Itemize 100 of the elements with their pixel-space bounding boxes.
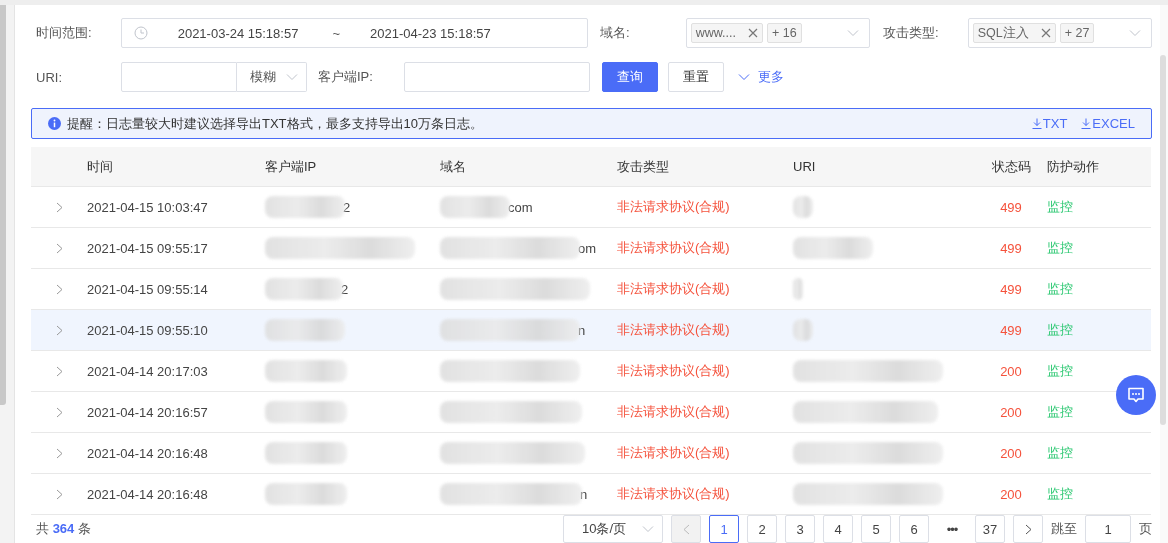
expand-icon[interactable]: [56, 447, 63, 459]
redacted-blur: [440, 196, 510, 218]
expand-icon[interactable]: [56, 365, 63, 377]
chevron-left-icon: [682, 523, 690, 535]
download-icon: [1081, 118, 1092, 129]
column-header: 客户端IP: [265, 157, 318, 176]
alert-text: 提醒：日志量较大时建议选择导出TXT格式，最多支持导出10万条日志。: [67, 114, 483, 133]
redacted-blur: [793, 319, 813, 341]
page-unit-label: 页: [1139, 520, 1152, 538]
client-ip-field[interactable]: [404, 62, 590, 92]
start-date: 2021-03-24 15:18:57: [177, 25, 299, 41]
expand-icon[interactable]: [56, 324, 63, 336]
filter-label: 域名:: [599, 24, 631, 42]
ip-fragment: 2: [343, 199, 351, 215]
attack-type-cell-text: 非法请求协议(合规): [617, 239, 731, 257]
caret-icon: [642, 525, 654, 533]
table-row[interactable]: 2021-04-15 09:55:14 2 非法请求协议(合规) 499 监控: [31, 269, 1115, 309]
attack-type-cell-text: 非法请求协议(合规): [617, 321, 731, 339]
column-header: URI: [793, 159, 817, 174]
caret-icon: [286, 73, 298, 81]
time-cell-text: 2021-04-15 09:55:10: [87, 322, 209, 338]
column-header: 域名: [440, 157, 467, 176]
chat-icon: [1127, 386, 1145, 404]
attack-tag: SQL注入: [972, 23, 1056, 43]
next-page-button[interactable]: [1013, 515, 1043, 543]
match-mode-select[interactable]: 模糊: [237, 62, 307, 92]
expand-icon[interactable]: [56, 201, 63, 213]
more-count: + 16: [766, 23, 802, 43]
close-icon[interactable]: [1040, 28, 1051, 38]
export-link[interactable]: EXCEL: [1081, 116, 1135, 131]
uri-field[interactable]: [121, 62, 237, 92]
status-code-cell-text: 200: [999, 363, 1023, 379]
time-cell-text: 2021-04-15 09:55:14: [87, 281, 209, 297]
expand-icon[interactable]: [56, 406, 63, 418]
table-row[interactable]: 2021-04-14 20:16:48 非法请求协议(合规) 200 监控: [31, 433, 1115, 473]
more-link[interactable]: 更多: [758, 68, 784, 86]
page-button[interactable]: 2: [747, 515, 777, 543]
redacted-blur: [793, 196, 813, 218]
page-button[interactable]: 37: [975, 515, 1005, 543]
caret-icon: [1129, 29, 1141, 37]
domain-fragment: n: [578, 322, 586, 338]
redacted-blur: [793, 278, 803, 300]
chat-button[interactable]: [1116, 375, 1156, 415]
time-cell-text: 2021-04-14 20:16:48: [87, 486, 209, 502]
domain-tag: www....: [690, 23, 763, 43]
close-icon[interactable]: [747, 28, 758, 38]
status-code-cell-text: 200: [999, 486, 1023, 502]
caret-icon: [846, 29, 859, 37]
time-cell-text: 2021-04-14 20:16:57: [87, 404, 209, 420]
column-header: 攻击类型: [617, 157, 670, 176]
chevron-down-icon[interactable]: [738, 73, 750, 81]
expand-icon[interactable]: [56, 283, 63, 295]
page-button[interactable]: 3: [785, 515, 815, 543]
expand-icon[interactable]: [56, 488, 63, 500]
filter-label: URI:: [35, 69, 63, 85]
page-button[interactable]: 4: [823, 515, 853, 543]
attack-type-select[interactable]: SQL注入 + 27: [967, 18, 1152, 48]
table-row[interactable]: 2021-04-14 20:16:48 n 非法请求协议(合规) 200 监控: [31, 474, 1115, 514]
status-code-cell-text: 200: [999, 404, 1023, 420]
reset-button[interactable]: 重置: [668, 62, 724, 92]
time-cell-text: 2021-04-14 20:17:03: [87, 363, 209, 379]
end-date: 2021-04-23 15:18:57: [370, 25, 491, 41]
domain-select[interactable]: www.... + 16: [685, 18, 870, 48]
page-button[interactable]: 1: [709, 515, 739, 543]
column-header: 时间: [87, 157, 114, 176]
expand-icon[interactable]: [56, 242, 63, 254]
table-row[interactable]: 2021-04-14 20:17:03 非法请求协议(合规) 200 监控: [31, 351, 1115, 391]
attack-type-cell-text: 非法请求协议(合规): [617, 362, 731, 380]
range-separator: ~: [332, 25, 340, 41]
jump-page-field[interactable]: 1: [1085, 515, 1131, 543]
domain-fragment: om: [578, 240, 597, 256]
table-row[interactable]: 2021-04-15 09:55:17 om 非法请求协议(合规) 499 监控: [31, 228, 1115, 268]
status-code-cell-text: 499: [999, 322, 1023, 338]
query-button[interactable]: 查询: [602, 62, 658, 92]
attack-type-cell-text: 非法请求协议(合规): [617, 444, 731, 462]
filter-label: 攻击类型:: [882, 24, 940, 42]
filter-label: 客户端IP:: [318, 68, 374, 86]
jump-label: 跳至: [1051, 520, 1077, 538]
table-row[interactable]: 2021-04-15 10:03:47 2 com 非法请求协议(合规) 499 监控: [31, 187, 1115, 227]
domain-fragment: com: [508, 199, 533, 215]
column-header: 状态码: [990, 157, 1032, 176]
attack-type-cell-text: 非法请求协议(合规): [617, 280, 731, 298]
attack-type-cell-text: 非法请求协议(合规): [617, 198, 731, 216]
status-code-cell-text: 499: [999, 199, 1023, 215]
table-row[interactable]: 2021-04-14 20:16:57 非法请求协议(合规) 200 监控: [31, 392, 1115, 432]
info-icon: [48, 117, 61, 130]
column-header: 防护动作: [1047, 157, 1100, 176]
total-count: 共 364 条: [35, 520, 91, 538]
more-count: + 27: [1059, 23, 1095, 43]
page-button[interactable]: 5: [861, 515, 891, 543]
page-button[interactable]: 6: [899, 515, 929, 543]
clock-icon: [133, 26, 148, 40]
attack-type-cell-text: 非法请求协议(合规): [617, 403, 731, 421]
export-link[interactable]: TXT: [1031, 116, 1068, 131]
page-size-select[interactable]: 10条/页: [563, 515, 663, 543]
attack-type-cell-text: 非法请求协议(合规): [617, 485, 731, 503]
time-cell-text: 2021-04-15 09:55:17: [87, 240, 209, 256]
filter-label: 时间范围:: [35, 24, 93, 42]
date-range-field[interactable]: 2021-03-24 15:18:57 ~ 2021-04-23 15:18:57: [120, 18, 588, 48]
status-code-cell-text: 499: [999, 281, 1023, 297]
